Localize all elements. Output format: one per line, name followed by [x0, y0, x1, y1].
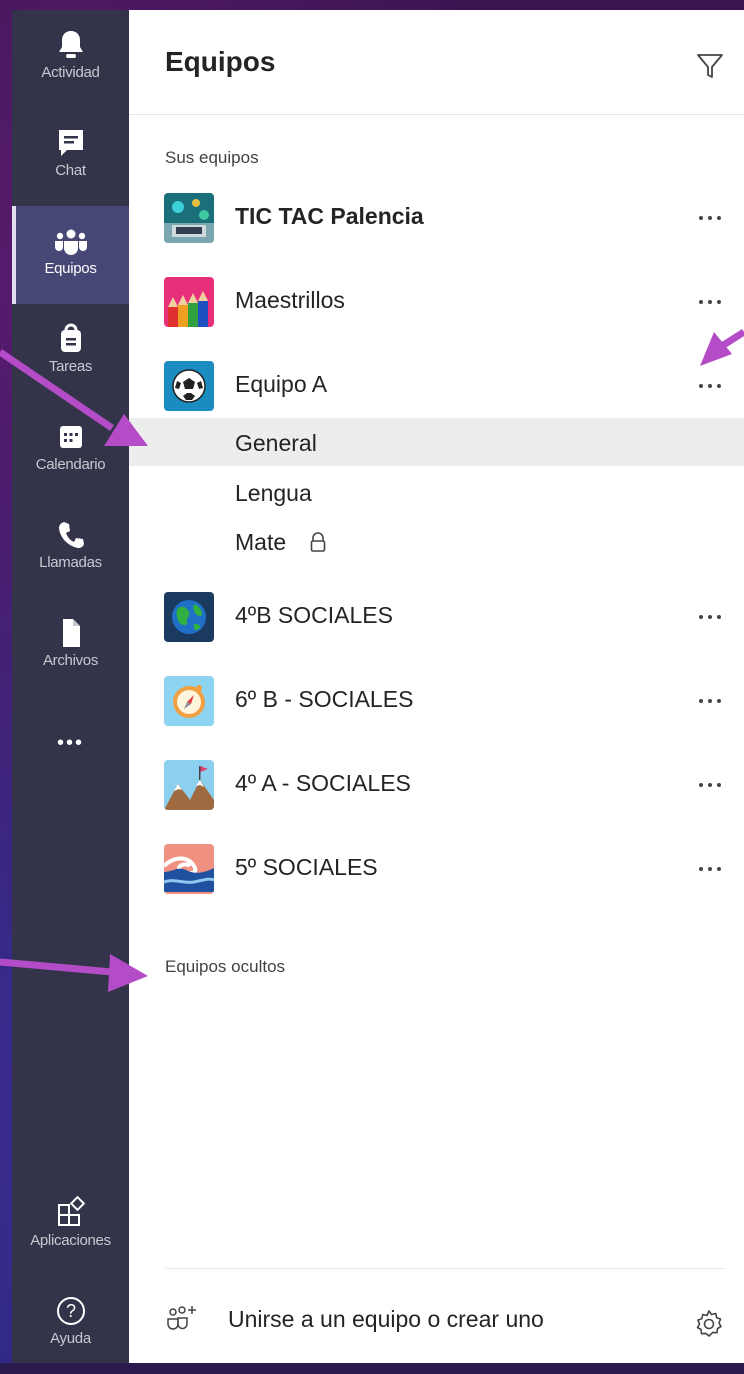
rail-item-calendario[interactable]: Calendario [12, 402, 129, 500]
more-options-icon[interactable] [695, 775, 725, 795]
channel-name: Mate [235, 529, 287, 555]
rail-label: Tareas [48, 358, 93, 375]
join-team-icon [167, 1306, 196, 1330]
bell-icon [58, 31, 83, 58]
team-name: 4º A - SOCIALES [235, 770, 411, 796]
footer-divider [165, 1268, 725, 1269]
svg-text:?: ? [65, 1301, 75, 1321]
more-options-icon[interactable] [695, 607, 725, 627]
globe-avatar [164, 592, 214, 642]
rail-item-llamadas[interactable]: Llamadas [12, 500, 129, 598]
teams-icon [54, 229, 87, 255]
rail-item-aplicaciones[interactable]: Aplicaciones [12, 1178, 129, 1276]
chat-icon [58, 130, 83, 156]
channel-row-mate[interactable]: Mate [129, 517, 744, 565]
more-options-icon[interactable] [695, 859, 725, 879]
rail-label: Llamadas [39, 554, 102, 571]
teams-panel: Equipos Sus equipos TIC TAC Palencia Mae… [129, 10, 744, 1363]
phone-icon [58, 522, 84, 548]
rail-label: Ayuda [50, 1330, 91, 1347]
channel-name: General [235, 430, 317, 456]
soccer-avatar [164, 361, 214, 411]
gear-icon[interactable] [693, 1308, 725, 1340]
join-label: Unirse a un equipo o crear uno [228, 1306, 544, 1332]
hidden-teams-label[interactable]: Equipos ocultos [165, 957, 285, 977]
rail-label: Chat [55, 162, 86, 179]
more-options-icon[interactable] [695, 292, 725, 312]
team-name: Maestrillos [235, 287, 345, 313]
rail-label: Aplicaciones [30, 1232, 111, 1249]
team-name: 5º SOCIALES [235, 854, 378, 880]
team-row-equipo-a[interactable]: Equipo A [129, 358, 744, 414]
apps-icon [57, 1196, 85, 1226]
rail-more-button[interactable]: ••• [12, 718, 129, 758]
app-rail: Actividad Chat Equipos Tareas Calendario… [12, 10, 129, 1363]
more-options-icon[interactable] [695, 376, 725, 396]
compass-avatar [164, 676, 214, 726]
team-row-6b-sociales[interactable]: 6º B - SOCIALES [129, 673, 744, 729]
rail-item-chat[interactable]: Chat [12, 108, 129, 206]
header-divider [129, 114, 744, 115]
more-options-icon[interactable] [695, 691, 725, 711]
mountain-avatar [164, 760, 214, 810]
team-name: Equipo A [235, 371, 328, 397]
rail-item-ayuda[interactable]: ? Ayuda [12, 1276, 129, 1374]
tech-avatar [164, 193, 214, 243]
channel-row-general[interactable]: General [129, 418, 744, 466]
channel-row-lengua[interactable]: Lengua [129, 468, 744, 516]
rail-label: Equipos [44, 260, 97, 277]
more-icon: ••• [56, 732, 84, 754]
team-row-5-sociales[interactable]: 5º SOCIALES [129, 841, 744, 897]
rail-item-equipos[interactable]: Equipos [12, 206, 129, 304]
team-row-maestrillos[interactable]: Maestrillos [129, 274, 744, 330]
page-title: Equipos [165, 46, 276, 77]
team-row-4b-sociales[interactable]: 4ºB SOCIALES [129, 589, 744, 645]
channel-name: Lengua [235, 480, 312, 506]
assignments-icon [60, 323, 81, 352]
team-row-tic-tac-palencia[interactable]: TIC TAC Palencia [129, 190, 744, 246]
lock-icon [310, 532, 326, 552]
team-name: TIC TAC Palencia [235, 203, 424, 229]
rail-label: Calendario [35, 456, 106, 473]
filter-icon[interactable] [695, 52, 725, 80]
pencils-avatar [164, 277, 214, 327]
wave-avatar [164, 844, 214, 894]
more-options-icon[interactable] [695, 208, 725, 228]
your-teams-label: Sus equipos [165, 148, 259, 167]
team-name: 6º B - SOCIALES [235, 686, 414, 712]
rail-label: Actividad [41, 64, 100, 81]
team-name: 4ºB SOCIALES [235, 602, 393, 628]
join-or-create-team-button[interactable]: Unirse a un equipo o crear uno [165, 1300, 725, 1340]
rail-item-actividad[interactable]: Actividad [12, 10, 129, 108]
rail-label: Archivos [42, 652, 99, 669]
team-row-4a-sociales[interactable]: 4º A - SOCIALES [129, 757, 744, 813]
rail-item-tareas[interactable]: Tareas [12, 304, 129, 402]
calendar-icon [59, 426, 82, 448]
help-icon: ? [56, 1297, 85, 1325]
file-icon [62, 619, 80, 647]
rail-item-archivos[interactable]: Archivos [12, 598, 129, 696]
